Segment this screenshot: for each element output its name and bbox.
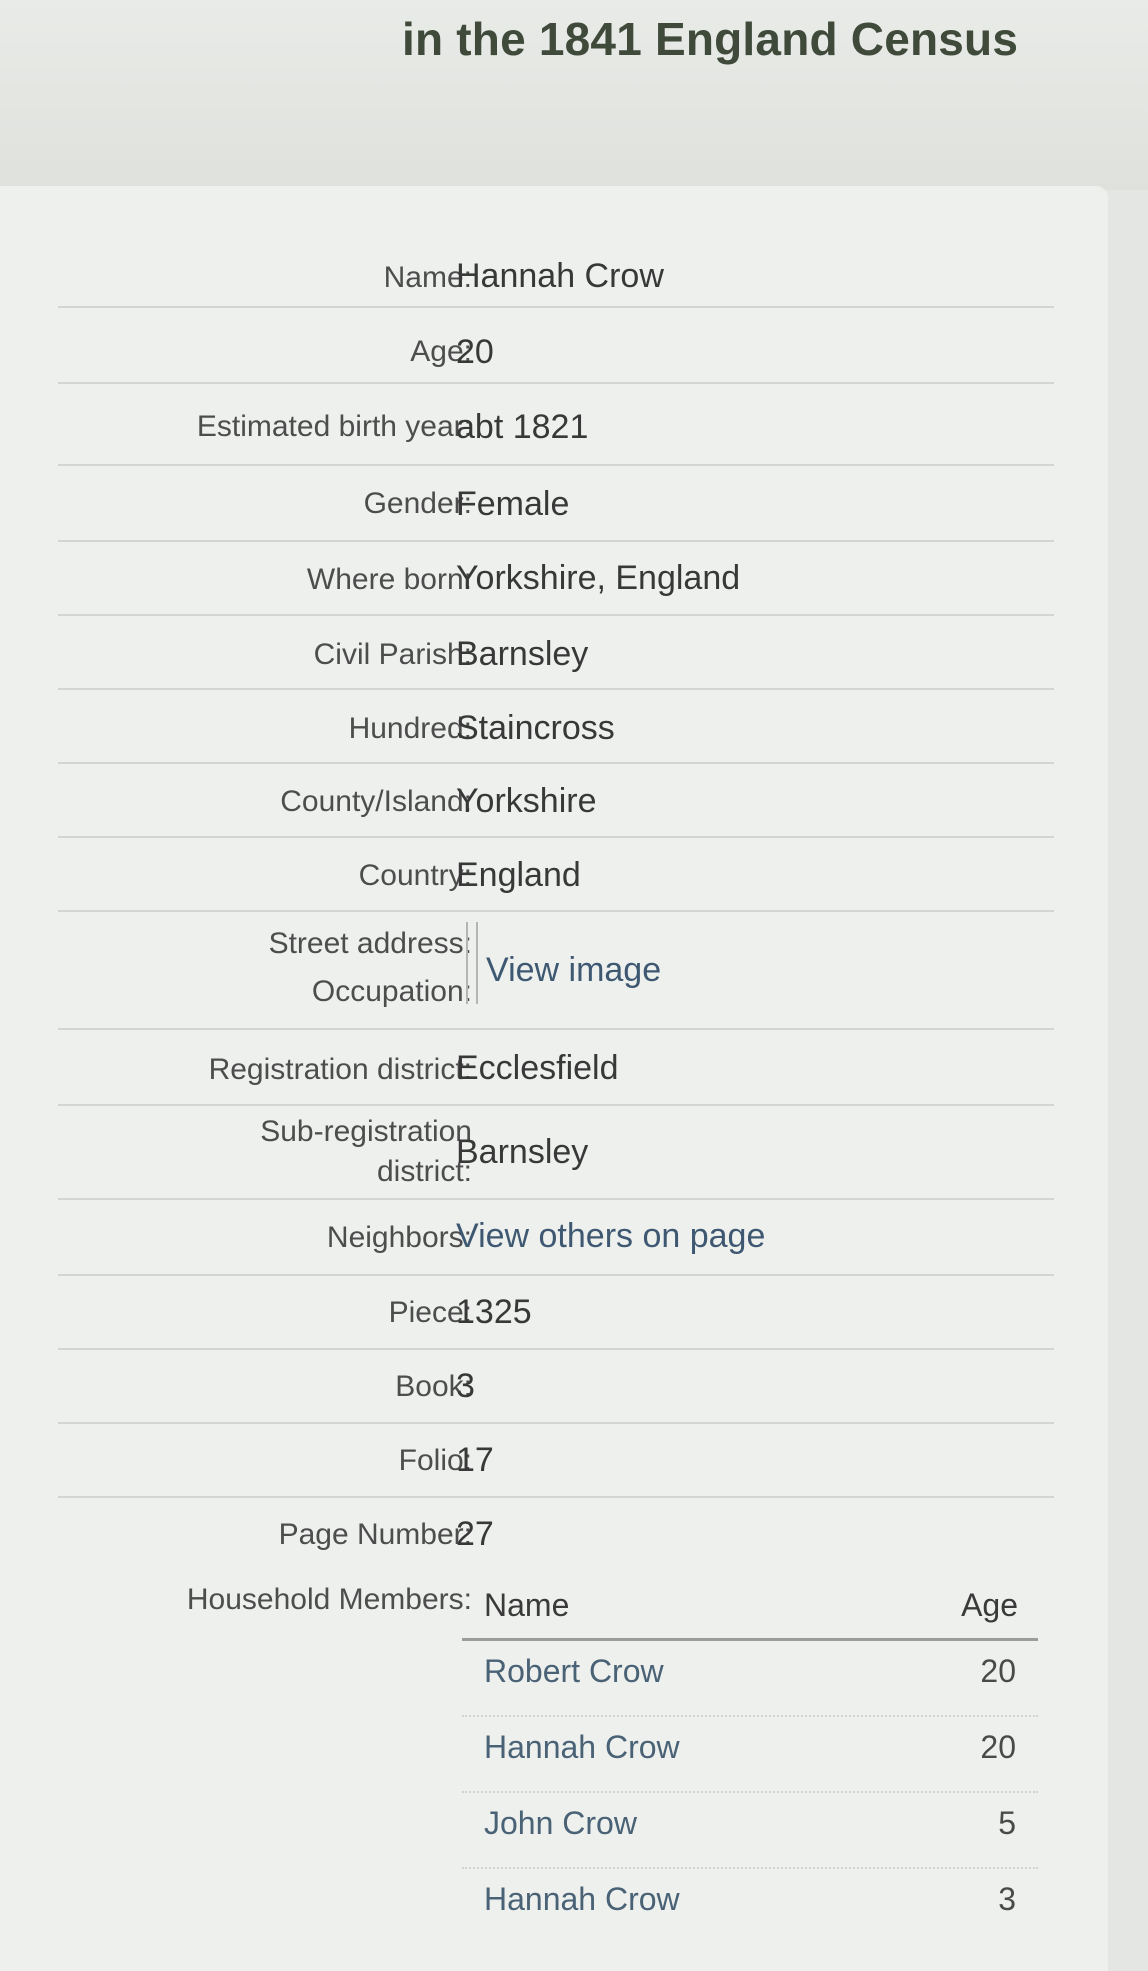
civil-parish-value: Barnsley bbox=[456, 635, 589, 673]
household-member-name[interactable]: Hannah Crow bbox=[484, 1881, 680, 1918]
hundred-label: Hundred: bbox=[348, 712, 472, 745]
household-name-header: Name bbox=[484, 1587, 570, 1623]
sub-registration-label-line2: district: bbox=[376, 1155, 472, 1188]
detail-row-book: Book: 3 bbox=[58, 1350, 1054, 1424]
view-others-link[interactable]: View others on page bbox=[456, 1214, 765, 1258]
detail-row-neighbors: Neighbors: View others on page bbox=[58, 1200, 1054, 1276]
detail-row-folio: Folio: 17 bbox=[58, 1424, 1054, 1498]
birth-year-value: abt 1821 bbox=[456, 408, 589, 446]
book-value: 3 bbox=[456, 1367, 475, 1405]
household-member-name[interactable]: Hannah Crow bbox=[484, 1729, 680, 1766]
country-value: England bbox=[456, 856, 581, 894]
book-label: Book: bbox=[395, 1370, 472, 1403]
detail-row-page-number: Page Number: 27 bbox=[58, 1498, 1054, 1570]
detail-row-name: Name: Hannah Crow bbox=[58, 246, 1054, 308]
occupation-label: Occupation: bbox=[311, 975, 472, 1008]
detail-row-sub-registration-district: Sub-registration district: Barnsley bbox=[58, 1106, 1054, 1200]
where-born-label: Where born: bbox=[306, 563, 472, 596]
household-member-age: 3 bbox=[998, 1881, 1016, 1917]
household-row[interactable]: Robert Crow 20 bbox=[462, 1641, 1038, 1717]
household-row[interactable]: John Crow 5 bbox=[462, 1793, 1038, 1869]
household-row[interactable]: Hannah Crow 3 bbox=[462, 1869, 1038, 1943]
folio-label: Folio: bbox=[398, 1444, 472, 1477]
household-table: Name Age Robert Crow 20 Hannah Crow 20 J… bbox=[462, 1582, 1038, 1943]
page-header: in the 1841 England Census bbox=[0, 0, 1148, 190]
county-value: Yorkshire bbox=[456, 782, 597, 820]
page-number-label: Page Number: bbox=[278, 1518, 472, 1551]
gender-value: Female bbox=[456, 485, 570, 523]
civil-parish-label: Civil Parish: bbox=[313, 638, 472, 671]
page-number-value: 27 bbox=[456, 1515, 494, 1553]
detail-row-hundred: Hundred: Staincross bbox=[58, 690, 1054, 764]
street-address-label: Street address: bbox=[268, 927, 472, 960]
household-age-header: Age bbox=[961, 1587, 1018, 1623]
household-row[interactable]: Hannah Crow 20 bbox=[462, 1717, 1038, 1793]
detail-row-piece: Piece: 1325 bbox=[58, 1276, 1054, 1350]
household-members-label: Household Members: bbox=[186, 1583, 472, 1616]
detail-row-gender: Gender: Female bbox=[58, 466, 1054, 542]
hundred-value: Staincross bbox=[456, 709, 615, 747]
detail-row-where-born: Where born: Yorkshire, England bbox=[58, 542, 1054, 616]
detail-row-country: Country: England bbox=[58, 838, 1054, 912]
household-table-header: Name Age bbox=[462, 1582, 1038, 1641]
piece-label: Piece: bbox=[388, 1296, 472, 1329]
detail-row-street-occupation: Street address: Occupation: View image bbox=[58, 912, 1054, 1030]
county-label: County/Island: bbox=[280, 785, 472, 818]
image-divider bbox=[466, 922, 478, 1004]
detail-row-civil-parish: Civil Parish: Barnsley bbox=[58, 616, 1054, 690]
household-member-age: 5 bbox=[998, 1805, 1016, 1841]
detail-row-age: Age: 20 bbox=[58, 308, 1054, 384]
piece-value: 1325 bbox=[456, 1293, 532, 1331]
household-member-age: 20 bbox=[980, 1729, 1016, 1765]
age-label: Age: bbox=[410, 335, 472, 368]
household-member-age: 20 bbox=[980, 1653, 1016, 1689]
where-born-value: Yorkshire, England bbox=[456, 559, 741, 597]
detail-row-registration-district: Registration district: Ecclesfield bbox=[58, 1030, 1054, 1106]
folio-value: 17 bbox=[456, 1441, 494, 1479]
page-title: in the 1841 England Census bbox=[402, 13, 1019, 65]
sub-registration-label: Sub-registration bbox=[260, 1115, 472, 1148]
name-value: Hannah Crow bbox=[456, 257, 664, 295]
gender-label: Gender: bbox=[363, 487, 472, 520]
country-label: Country: bbox=[358, 859, 472, 892]
birth-year-label: Estimated birth year: bbox=[196, 410, 472, 443]
sub-registration-value: Barnsley bbox=[456, 1133, 589, 1171]
age-value: 20 bbox=[456, 333, 494, 371]
household-member-name[interactable]: John Crow bbox=[484, 1805, 637, 1842]
detail-row-birth-year: Estimated birth year: abt 1821 bbox=[58, 384, 1054, 466]
name-label: Name: bbox=[383, 261, 472, 294]
registration-district-label: Registration district: bbox=[208, 1053, 472, 1086]
registration-district-value: Ecclesfield bbox=[456, 1049, 619, 1087]
view-image-link[interactable]: View image bbox=[486, 948, 661, 992]
neighbors-label: Neighbors: bbox=[326, 1221, 472, 1254]
detail-row-county: County/Island: Yorkshire bbox=[58, 764, 1054, 838]
household-member-name[interactable]: Robert Crow bbox=[484, 1653, 664, 1690]
